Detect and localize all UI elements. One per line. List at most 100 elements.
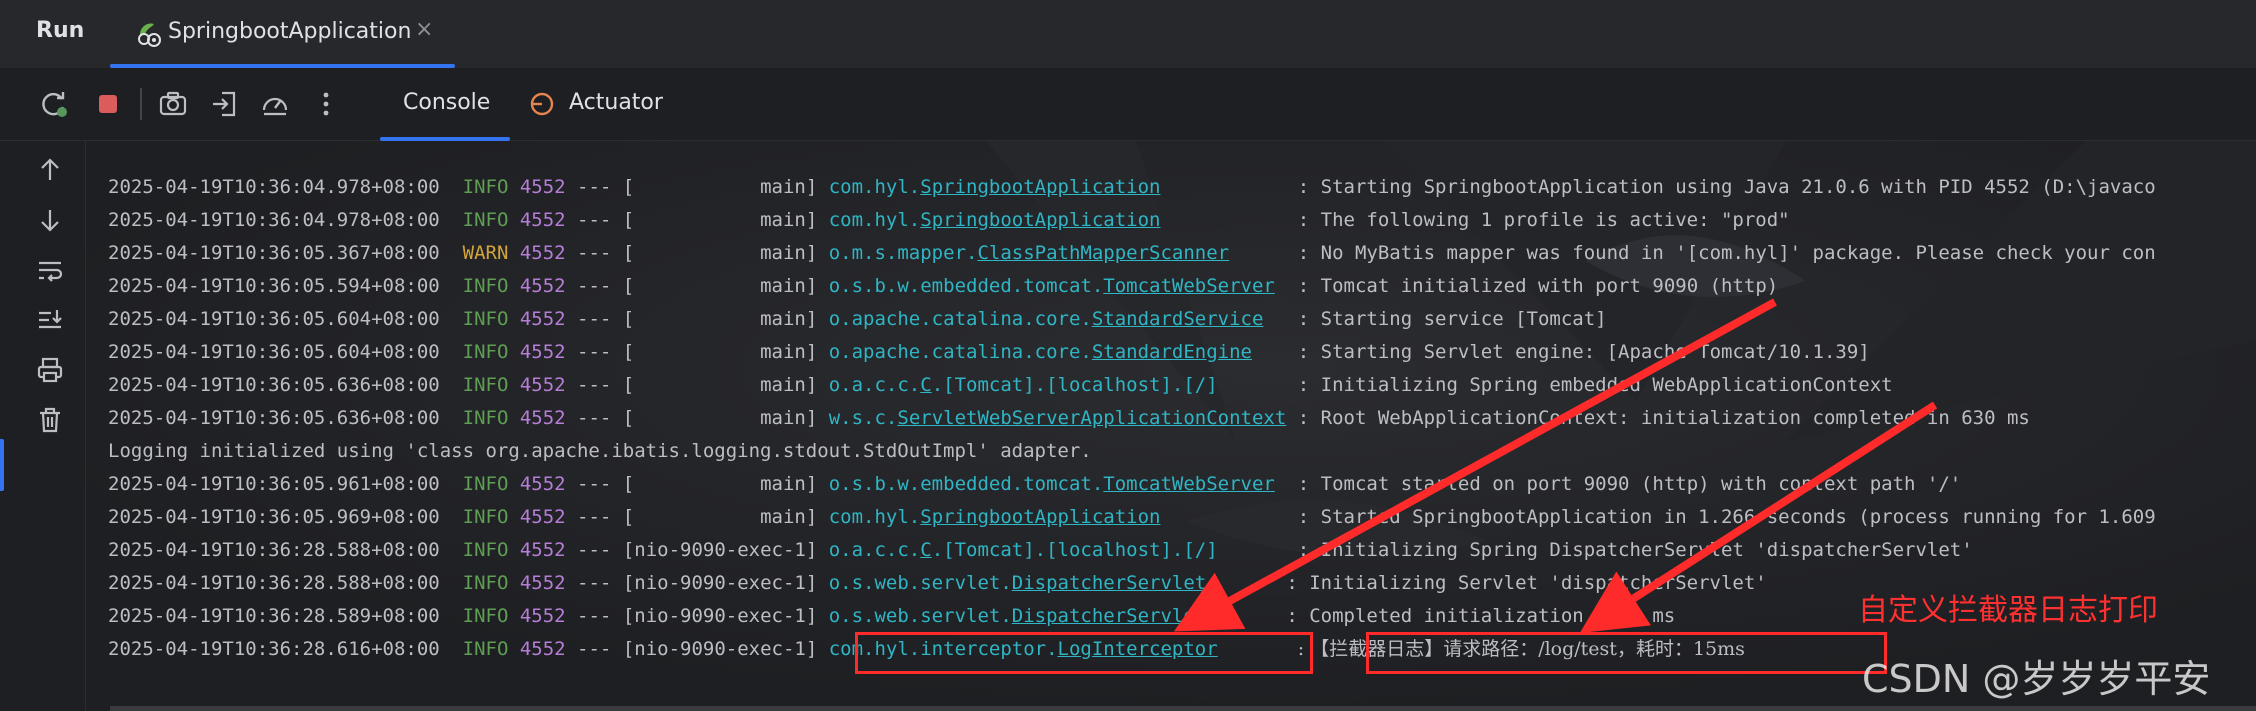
log-thread: main [634,308,806,330]
log-thread: main [634,374,806,396]
log-logger[interactable]: o.m.s.mapper.ClassPathMapperScanner [829,242,1229,264]
camera-icon[interactable] [157,88,189,120]
log-logger[interactable]: com.hyl.SpringbootApplication [829,506,1161,528]
log-timestamp: 2025-04-19T10:36:28.588+08:00 [108,572,440,594]
tab-label: SpringbootApplication [168,19,412,44]
logger-class-link: StandardService [1091,308,1264,330]
log-timestamp: 2025-04-19T10:36:28.589+08:00 [108,605,440,627]
print-icon[interactable] [35,355,65,385]
log-logger[interactable]: o.s.b.w.embedded.tomcat.TomcatWebServer [829,473,1275,495]
log-level: INFO [462,539,509,561]
log-timestamp: 2025-04-19T10:36:05.969+08:00 [108,506,440,528]
log-logger[interactable]: com.hyl.interceptor.LogInterceptor [829,638,1218,660]
trash-icon[interactable] [35,405,65,435]
log-line: 2025-04-19T10:36:05.636+08:00 INFO 4552 … [108,407,2030,429]
tab-actuator[interactable]: Actuator [569,90,663,115]
log-logger[interactable]: com.hyl.SpringbootApplication [829,176,1161,198]
logger-prefix: com.hyl. [828,209,921,231]
log-line: 2025-04-19T10:36:28.589+08:00 INFO 4552 … [108,605,1676,627]
log-logger[interactable]: o.a.c.c.C.[Tomcat].[localhost].[/] [829,539,1218,561]
tab-console[interactable]: Console [403,90,490,115]
log-line: 2025-04-19T10:36:04.978+08:00 INFO 4552 … [108,209,1790,231]
log-thread: main [634,407,806,429]
logger-class-link: StandardEngine [1091,341,1252,363]
logger-prefix: com.hyl. [828,506,921,528]
logger-class-link: DispatcherServlet [1011,605,1207,627]
log-line: 2025-04-19T10:36:05.367+08:00 WARN 4552 … [108,242,2156,264]
stop-icon[interactable] [92,88,124,120]
log-logger[interactable]: com.hyl.SpringbootApplication [829,209,1161,231]
log-logger[interactable]: o.s.b.w.embedded.tomcat.TomcatWebServer [829,275,1275,297]
log-message: : Tomcat started on port 9090 (http) wit… [1297,473,1962,495]
logger-class-link: LogInterceptor [1057,638,1218,660]
log-level: INFO [462,572,509,594]
log-pid: 4552 [519,638,566,660]
dashboard-icon[interactable] [259,88,291,120]
log-logger[interactable]: o.apache.catalina.core.StandardService [829,308,1264,330]
log-thread: [nio-9090-exec-1 [622,605,806,627]
scroll-to-end-icon[interactable] [35,305,65,335]
logger-class-link: DispatcherServlet [1011,572,1207,594]
arrow-up-icon[interactable] [35,155,65,185]
close-tab-icon[interactable]: × [415,17,433,42]
rerun-icon[interactable] [38,88,70,120]
log-message: : Initializing Spring DispatcherServlet … [1297,539,1973,561]
log-level: WARN [462,242,509,264]
log-message: : Started SpringbootApplication in 1.266… [1297,506,2156,528]
logger-class-link: SpringbootApplication [920,209,1161,231]
log-level: INFO [462,605,509,627]
log-pid: 4552 [519,407,566,429]
spring-boot-icon [138,23,161,47]
log-pid: 4552 [519,275,566,297]
log-message: : Starting Servlet engine: [Apache Tomca… [1297,341,1870,363]
log-message: : Root WebApplicationContext: initializa… [1297,407,2030,429]
log-timestamp: 2025-04-19T10:36:05.594+08:00 [108,275,440,297]
log-level: INFO [462,341,509,363]
tab-springboot-application[interactable]: SpringbootApplication × [110,0,455,68]
log-level: INFO [462,407,509,429]
log-line: Logging initialized using 'class org.apa… [108,435,2156,468]
console-sidebar [0,141,86,711]
log-message: : Initializing Spring embedded WebApplic… [1297,374,1893,396]
logger-class-link: ClassPathMapperScanner [977,242,1230,264]
log-level: INFO [462,506,509,528]
logger-prefix: o.a.c.c. [828,374,921,396]
log-logger[interactable]: o.apache.catalina.core.StandardEngine [829,341,1252,363]
log-logger[interactable]: w.s.c.ServletWebServerApplicationContext [829,407,1287,429]
logger-class-link: ServletWebServerApplicationContext [897,407,1287,429]
log-logger[interactable]: o.a.c.c.C.[Tomcat].[localhost].[/] [829,374,1218,396]
horizontal-scrollbar[interactable] [110,706,2256,711]
log-logger[interactable]: o.s.web.servlet.DispatcherServlet [829,572,1207,594]
logger-class-link: TomcatWebServer [1103,473,1275,495]
log-message: : Completed initialization in 1 ms [1286,605,1676,627]
log-message: : 【拦截器日志】请求路径：/log/test，耗时：15ms [1297,638,1745,660]
log-thread: main [634,176,806,198]
toolbar-separator [140,88,142,120]
log-level: INFO [462,374,509,396]
tool-window-header: Run SpringbootApplication × [0,0,2256,68]
log-pid: 4552 [519,605,566,627]
logger-prefix: o.apache.catalina.core. [828,341,1092,363]
logger-class-link: SpringbootApplication [920,176,1161,198]
log-thread: main [634,242,806,264]
log-pid: 4552 [519,539,566,561]
log-line: 2025-04-19T10:36:05.604+08:00 INFO 4552 … [108,308,1607,330]
console-output[interactable]: 2025-04-19T10:36:04.978+08:00 INFO 4552 … [86,141,2256,711]
log-timestamp: 2025-04-19T10:36:05.604+08:00 [108,308,440,330]
arrow-down-icon[interactable] [35,205,65,235]
log-pid: 4552 [519,308,566,330]
soft-wrap-icon[interactable] [35,255,65,285]
log-line: 2025-04-19T10:36:05.604+08:00 INFO 4552 … [108,341,1870,363]
log-logger[interactable]: o.s.web.servlet.DispatcherServlet [829,605,1207,627]
logger-prefix: o.s.b.w.embedded.tomcat. [828,473,1104,495]
more-icon[interactable] [310,88,342,120]
log-message: : No MyBatis mapper was found in '[com.h… [1297,242,2156,264]
log-timestamp: 2025-04-19T10:36:04.978+08:00 [108,176,440,198]
log-pid: 4552 [519,572,566,594]
log-raw-text: Logging initialized using 'class org.apa… [108,440,1092,462]
log-pid: 4552 [519,374,566,396]
log-timestamp: 2025-04-19T10:36:28.616+08:00 [108,638,440,660]
login-icon[interactable] [208,88,240,120]
log-timestamp: 2025-04-19T10:36:05.636+08:00 [108,407,440,429]
logger-prefix: o.m.s.mapper. [828,242,978,264]
